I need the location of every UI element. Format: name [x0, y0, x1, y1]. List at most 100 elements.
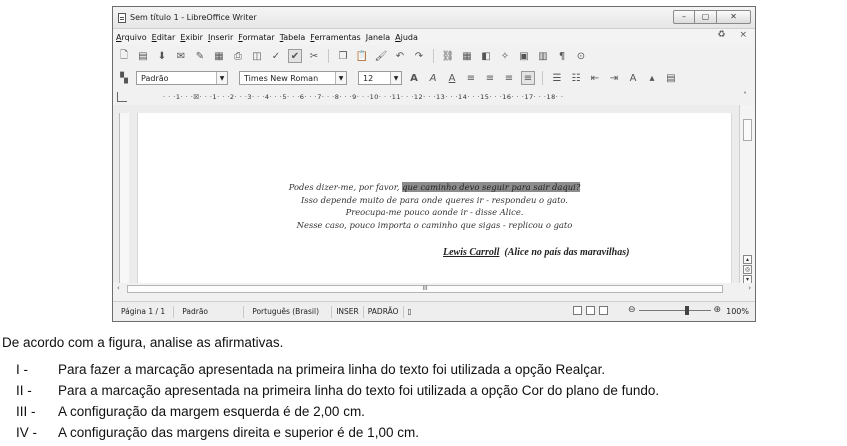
menu-exibir[interactable]: Exibir — [180, 33, 203, 42]
align-right-icon[interactable]: ≡ — [502, 71, 516, 85]
datasources-icon[interactable]: ▥ — [536, 49, 550, 63]
signature-icon[interactable]: ▯ — [404, 306, 416, 318]
statement-text: Para fazer a marcação apresentada na pri… — [58, 362, 606, 377]
page-indicator[interactable]: Página 1 / 1 — [113, 305, 175, 318]
menu-ferramentas[interactable]: Ferramentas — [310, 33, 360, 42]
scroll-left-icon[interactable]: ‹ — [117, 284, 120, 292]
draw-functions-icon[interactable]: ◧ — [479, 49, 493, 63]
zoom-icon[interactable]: ⊙ — [574, 49, 588, 63]
font-size-select[interactable]: 12 ▼ — [358, 71, 402, 85]
vertical-ruler[interactable] — [119, 113, 129, 283]
maximize-button[interactable]: ▢ — [695, 10, 717, 24]
increase-indent-icon[interactable]: ⇥ — [607, 71, 621, 85]
gallery-icon[interactable]: ▣ — [517, 49, 531, 63]
close-button[interactable]: ✕ — [717, 10, 751, 24]
chevron-down-icon[interactable]: ▼ — [335, 72, 346, 84]
navigation-icon[interactable]: ◎ — [743, 265, 752, 274]
font-name-select[interactable]: Times New Roman ▼ — [239, 71, 347, 85]
menu-tabela[interactable]: Tabela — [280, 33, 306, 42]
title-bar: Sem título 1 - LibreOffice Writer – ▢ ✕ — [113, 7, 755, 29]
font-color-icon[interactable]: A — [626, 71, 640, 85]
menu-inserir[interactable]: Inserir — [208, 33, 233, 42]
page-style[interactable]: Padrão — [174, 305, 245, 318]
close-document-icon[interactable]: × — [739, 30, 747, 40]
quote-line-3: Preocupa-me pouco aonde ir - disse Alice… — [345, 207, 524, 217]
justify-icon[interactable]: ≡ — [521, 71, 535, 85]
view-layout-buttons — [573, 306, 608, 315]
zoom-percent[interactable]: 100% — [726, 307, 749, 316]
decrease-indent-icon[interactable]: ⇤ — [588, 71, 602, 85]
quote-text[interactable]: Podes dizer-me, por favor, que caminho d… — [138, 181, 731, 231]
autospellcheck-icon[interactable]: ✔ — [288, 49, 302, 63]
toolbar-separator — [328, 49, 329, 63]
numbering-icon[interactable]: ☰ — [550, 71, 564, 85]
ruler-scale[interactable]: · · ·1· · ·☒· · ·1· · ·2· · ·3· · ·4· · … — [163, 92, 743, 102]
zoom-in-icon[interactable]: ⊕ — [714, 305, 722, 315]
document-area: Podes dizer-me, por favor, que caminho d… — [113, 105, 755, 284]
new-document-icon[interactable]: 🗋 — [117, 49, 131, 63]
horizontal-scrollbar[interactable]: ‹ III › — [113, 283, 755, 295]
zoom-slider[interactable]: ⊖ ⊕ — [628, 305, 721, 315]
menu-bar: Arquivo Editar Exibir Inserir Formatar T… — [113, 29, 755, 45]
undo-icon[interactable]: ↶ — [393, 49, 407, 63]
zoom-out-icon[interactable]: ⊖ — [628, 305, 636, 315]
vertical-scroll-thumb[interactable] — [743, 119, 752, 141]
align-center-icon[interactable]: ≡ — [483, 71, 497, 85]
redo-icon[interactable]: ↷ — [412, 49, 426, 63]
statement-text: Para a marcação apresentada na primeira … — [58, 383, 660, 398]
chevron-up-icon[interactable]: ˄ — [743, 91, 747, 100]
zoom-track[interactable] — [638, 305, 711, 315]
bold-icon[interactable]: A — [407, 71, 421, 85]
menu-formatar[interactable]: Formatar — [238, 33, 274, 42]
navigator-icon[interactable]: ✧ — [498, 49, 512, 63]
cut-icon[interactable]: ✂ — [307, 49, 321, 63]
language-indicator[interactable]: Português (Brasil) — [244, 305, 333, 318]
spellcheck-icon[interactable]: ✓ — [269, 49, 283, 63]
horizontal-scroll-thumb[interactable]: III — [127, 285, 723, 293]
align-left-icon[interactable]: ≡ — [464, 71, 478, 85]
email-icon[interactable]: ✉ — [174, 49, 188, 63]
underline-icon[interactable]: A — [445, 71, 459, 85]
background-color-icon[interactable]: ▤ — [664, 71, 678, 85]
export-pdf-icon[interactable]: ▦ — [212, 49, 226, 63]
menu-editar[interactable]: Editar — [152, 33, 176, 42]
chevron-down-icon[interactable]: ▼ — [216, 72, 227, 84]
styles-icon[interactable]: ▚ — [117, 71, 131, 85]
print-preview-icon[interactable]: ◫ — [250, 49, 264, 63]
italic-icon[interactable]: A — [426, 71, 440, 85]
zoom-knob[interactable] — [684, 305, 689, 315]
menu-ajuda[interactable]: Ajuda — [395, 33, 418, 42]
selection-mode[interactable]: PADRÃO — [364, 305, 404, 318]
book-view-icon[interactable] — [599, 306, 608, 315]
chevron-down-icon[interactable]: ▼ — [390, 72, 401, 84]
bullets-icon[interactable]: ☷ — [569, 71, 583, 85]
multi-page-view-icon[interactable] — [586, 306, 595, 315]
copy-icon[interactable]: ❐ — [336, 49, 350, 63]
single-page-view-icon[interactable] — [573, 306, 582, 315]
highlighted-text: que caminho devo seguir para sair daqui? — [402, 182, 581, 192]
highlighting-icon[interactable]: ▴ — [645, 71, 659, 85]
formatting-marks-icon[interactable]: ¶ — [555, 49, 569, 63]
vertical-scrollbar[interactable]: ▴ ◎ ▾ — [739, 105, 755, 284]
minimize-button[interactable]: – — [673, 10, 695, 24]
font-size-value: 12 — [363, 73, 374, 83]
menu-janela[interactable]: Janela — [366, 33, 390, 42]
status-bar: Página 1 / 1 Padrão Português (Brasil) I… — [113, 301, 755, 321]
hyperlink-icon[interactable]: ⛓ — [441, 49, 455, 63]
menu-arquivo[interactable]: Arquivo — [116, 33, 147, 42]
insert-mode[interactable]: INSER — [332, 305, 364, 318]
horizontal-ruler: · · ·1· · ·☒· · ·1· · ·2· · ·3· · ·4· · … — [113, 89, 755, 105]
open-icon[interactable]: ▤ — [136, 49, 150, 63]
edit-file-icon[interactable]: ✎ — [193, 49, 207, 63]
update-icon[interactable]: ♻ — [717, 30, 725, 40]
scroll-right-icon[interactable]: › — [748, 284, 751, 292]
previous-page-icon[interactable]: ▴ — [743, 255, 752, 264]
document-page[interactable]: Podes dizer-me, por favor, que caminho d… — [137, 113, 732, 283]
save-icon[interactable]: ⬇ — [155, 49, 169, 63]
clone-format-icon[interactable]: 🖌 — [374, 49, 388, 63]
table-icon[interactable]: ▦ — [460, 49, 474, 63]
print-icon[interactable]: ⎙ — [231, 49, 245, 63]
paragraph-style-select[interactable]: Padrão ▼ — [136, 71, 228, 85]
paste-icon[interactable]: 📋 — [355, 49, 369, 63]
tab-stop-icon[interactable] — [117, 92, 127, 102]
